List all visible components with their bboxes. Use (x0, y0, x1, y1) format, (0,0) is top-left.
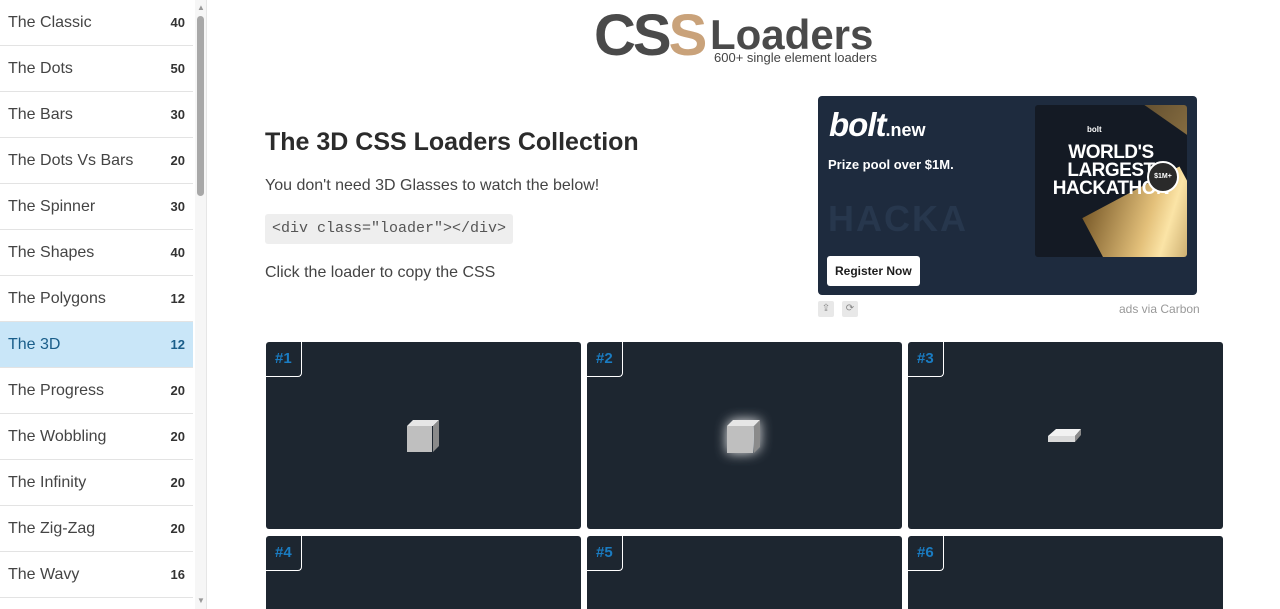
poster-brand: bolt (1087, 125, 1102, 134)
sidebar-item-count: 50 (170, 61, 185, 76)
ad-background-text: HACKA (828, 198, 968, 239)
ad-hackathon-poster: bolt WORLD'S LARGEST HACKATHON $1M+ (1035, 105, 1187, 257)
loader-code-snippet[interactable]: <div class="loader"></div> (265, 214, 514, 244)
sidebar-item-count: 20 (170, 383, 185, 398)
sidebar-item-the-spinner[interactable]: The Spinner 30 (0, 184, 193, 230)
sidebar-item-the-polygons[interactable]: The Polygons 12 (0, 276, 193, 322)
3d-glowing-cube-loader (727, 420, 760, 453)
sidebar-item-count: 20 (170, 429, 185, 444)
sidebar-item-the-wavy[interactable]: The Wavy 16 (0, 552, 193, 598)
sidebar-item-the-infinity[interactable]: The Infinity 20 (0, 460, 193, 506)
scrollbar-thumb[interactable] (197, 16, 204, 196)
sidebar-item-label: The Classic (8, 13, 92, 31)
sidebar-item-label: The Infinity (8, 473, 87, 491)
sidebar-item-label: The Dots Vs Bars (8, 151, 134, 169)
sidebar-item-count: 40 (170, 245, 185, 260)
ad-prize-text: Prize pool over $1M. (828, 157, 954, 172)
scroll-up-arrow-icon[interactable]: ▲ (197, 4, 205, 12)
sidebar-item-the-3d[interactable]: The 3D 12 (0, 322, 193, 368)
loader-number: #4 (266, 536, 302, 571)
sidebar-item-count: 20 (170, 521, 185, 536)
logo-css-s-letter: S (668, 3, 708, 68)
sidebar-item-label: The Progress (8, 381, 105, 399)
loader-number: #3 (908, 342, 944, 377)
poster-prize-badge: $1M+ (1147, 161, 1179, 193)
sidebar-item-label: The Dots (8, 59, 73, 77)
sidebar-item-count: 12 (170, 291, 185, 306)
sidebar-item-label: The Spinner (8, 197, 96, 215)
logo-css-mark: CSS (594, 7, 707, 65)
sidebar-item-label: The Polygons (8, 289, 106, 307)
share-icon[interactable]: ⇪ (818, 301, 834, 317)
loader-card-6[interactable]: #6 (908, 536, 1223, 609)
sidebar-item-the-dots[interactable]: The Dots 50 (0, 46, 193, 92)
site-logo[interactable]: CSS Loaders 600+ single element loaders (594, 7, 894, 68)
sidebar-item-count: 30 (170, 199, 185, 214)
3d-cube-loader (407, 420, 439, 452)
sidebar-item-the-wobbling[interactable]: The Wobbling 20 (0, 414, 193, 460)
sidebar-item-label: The Wavy (8, 565, 80, 583)
ad-brand-logo: bolt.new (829, 106, 926, 144)
sidebar: The Classic 40 The Dots 50 The Bars 30 The … (0, 0, 207, 609)
sidebar-item-the-dots-vs-bars[interactable]: The Dots Vs Bars 20 (0, 138, 193, 184)
page-title: The 3D CSS Loaders Collection (265, 128, 639, 156)
ad-brand-name: bolt (829, 106, 886, 143)
scroll-down-arrow-icon[interactable]: ▼ (197, 597, 205, 605)
loader-number: #2 (587, 342, 623, 377)
sidebar-item-count: 16 (170, 567, 185, 582)
loader-card-2[interactable]: #2 (587, 342, 902, 529)
sidebar-item-count: 40 (170, 15, 185, 30)
sidebar-item-count: 20 (170, 153, 185, 168)
sidebar-item-count: 12 (170, 337, 185, 352)
loader-card-1[interactable]: #1 (266, 342, 581, 529)
sidebar-item-the-shapes[interactable]: The Shapes 40 (0, 230, 193, 276)
sidebar-item-the-classic[interactable]: The Classic 40 (0, 0, 193, 46)
logo-css-letters: CS (594, 3, 672, 68)
loader-card-4[interactable]: #4 (266, 536, 581, 609)
sidebar-item-count: 20 (170, 475, 185, 490)
sidebar-item-the-bars[interactable]: The Bars 30 (0, 92, 193, 138)
ad-brand-suffix: .new (885, 120, 926, 140)
logo-tagline: 600+ single element loaders (714, 50, 877, 65)
sidebar-item-the-progress[interactable]: The Progress 20 (0, 368, 193, 414)
poster-gold-ribbon (1104, 105, 1187, 146)
ads-via-carbon-link[interactable]: ads via Carbon (1119, 302, 1200, 316)
sidebar-list: The Classic 40 The Dots 50 The Bars 30 The … (0, 0, 193, 598)
sidebar-scrollbar[interactable]: ▲ ▼ (195, 0, 206, 609)
sidebar-item-label: The Wobbling (8, 427, 107, 445)
sidebar-item-the-zig-zag[interactable]: The Zig-Zag 20 (0, 506, 193, 552)
sidebar-item-label: The Shapes (8, 243, 95, 261)
loader-number: #5 (587, 536, 623, 571)
3d-flat-tile-loader (1048, 429, 1081, 442)
loader-card-3[interactable]: #3 (908, 342, 1223, 529)
refresh-icon[interactable]: ⟳ (842, 301, 858, 317)
sidebar-item-label: The 3D (8, 335, 61, 353)
loader-number: #6 (908, 536, 944, 571)
sidebar-item-label: The Zig-Zag (8, 519, 96, 537)
copy-hint: Click the loader to copy the CSS (265, 264, 496, 281)
loader-card-5[interactable]: #5 (587, 536, 902, 609)
loader-number: #1 (266, 342, 302, 377)
carbon-ad-banner[interactable]: HACKA bolt.new Prize pool over $1M. Regi… (818, 96, 1197, 295)
page-subtitle: You don't need 3D Glasses to watch the b… (265, 177, 600, 194)
sidebar-item-count: 30 (170, 107, 185, 122)
sidebar-item-label: The Bars (8, 105, 73, 123)
register-now-button[interactable]: Register Now (827, 256, 920, 286)
